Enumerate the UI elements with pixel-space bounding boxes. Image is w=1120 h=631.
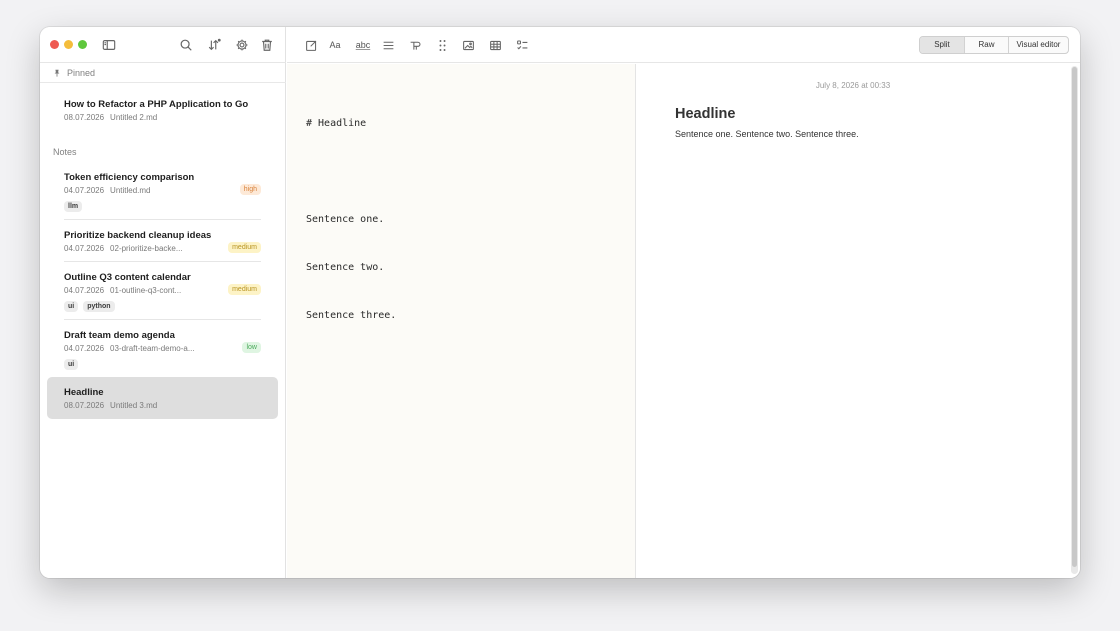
- sidebar: Pinned How to Refactor a PHP Application…: [40, 27, 286, 578]
- tag[interactable]: ui: [64, 301, 79, 312]
- editor-line: Sentence two.: [306, 262, 385, 273]
- paragraph-icon[interactable]: [406, 36, 424, 54]
- note-item[interactable]: Outline Q3 content calendar 04.07.2026 01…: [47, 272, 278, 312]
- divider: [64, 261, 261, 262]
- preview-heading: Headline: [675, 106, 736, 122]
- zoom-window-button[interactable]: [78, 40, 87, 49]
- editor-line: # Headline: [306, 118, 367, 129]
- note-item-selected[interactable]: Headline 08.07.2026 Untitled 3.md: [47, 377, 278, 419]
- pinned-section-label: Pinned: [53, 68, 95, 78]
- note-title: Outline Q3 content calendar: [64, 272, 191, 283]
- note-meta: 08.07.2026 Untitled 3.md: [64, 401, 158, 410]
- table-icon[interactable]: [486, 36, 504, 54]
- markdown-editor[interactable]: # Headline Sentence one. Sentence two. S…: [287, 64, 636, 578]
- checklist-icon[interactable]: [513, 36, 531, 54]
- font-icon[interactable]: Aa: [326, 36, 344, 54]
- tag[interactable]: python: [83, 301, 115, 312]
- new-note-icon[interactable]: [302, 36, 320, 54]
- scrollbar[interactable]: [1071, 66, 1078, 574]
- tag-list: ui python: [64, 301, 278, 312]
- list-icon[interactable]: [379, 36, 397, 54]
- spellcheck-icon[interactable]: abc: [352, 36, 374, 54]
- note-title: Draft team demo agenda: [64, 330, 175, 341]
- note-item[interactable]: Draft team demo agenda 04.07.2026 03-draf…: [47, 330, 278, 370]
- editor-toolbar: Aa abc Split Raw Visual editor: [287, 27, 1080, 63]
- pinned-note-item[interactable]: How to Refactor a PHP Application to Go …: [47, 99, 278, 123]
- editor-line: Sentence three.: [306, 310, 397, 321]
- drag-handle-icon[interactable]: [433, 36, 451, 54]
- close-window-button[interactable]: [50, 40, 59, 49]
- tag[interactable]: ui: [64, 359, 79, 370]
- gear-icon[interactable]: [233, 36, 251, 54]
- note-item[interactable]: Prioritize backend cleanup ideas 04.07.2…: [47, 230, 278, 254]
- note-title: Headline: [64, 387, 104, 398]
- divider: [64, 219, 261, 220]
- search-icon[interactable]: [177, 36, 195, 54]
- note-title: Token efficiency comparison: [64, 172, 195, 183]
- preview-body: Sentence one. Sentence two. Sentence thr…: [675, 129, 859, 139]
- trash-icon[interactable]: [258, 36, 276, 54]
- priority-badge: low: [242, 342, 261, 353]
- view-mode-switcher: Split Raw Visual editor: [919, 36, 1069, 54]
- note-item[interactable]: Token efficiency comparison 04.07.2026 Un…: [47, 172, 278, 212]
- split-view-button[interactable]: Split: [920, 37, 964, 53]
- scrollbar-thumb[interactable]: [1072, 67, 1077, 567]
- pin-icon: [54, 69, 60, 77]
- tag-list: llm: [64, 201, 278, 212]
- notes-section-label: Notes: [53, 147, 77, 157]
- app-window: Pinned How to Refactor a PHP Application…: [40, 27, 1080, 578]
- note-title: How to Refactor a PHP Application to Go: [64, 99, 249, 110]
- note-meta: 08.07.2026 Untitled 2.md: [64, 113, 158, 122]
- priority-badge: high: [239, 184, 261, 195]
- priority-badge: medium: [228, 242, 261, 253]
- tag-list: ui: [64, 359, 278, 370]
- divider: [40, 82, 286, 83]
- visual-editor-button[interactable]: Visual editor: [1008, 37, 1068, 53]
- sort-icon[interactable]: [205, 36, 223, 54]
- editor-line: Sentence one.: [306, 214, 385, 225]
- image-icon[interactable]: [459, 36, 477, 54]
- note-title: Prioritize backend cleanup ideas: [64, 230, 212, 241]
- minimize-window-button[interactable]: [64, 40, 73, 49]
- tag[interactable]: llm: [64, 201, 83, 212]
- sidebar-toggle-icon[interactable]: [100, 36, 118, 54]
- preview-date: July 8, 2026 at 00:33: [815, 81, 891, 90]
- preview-pane: July 8, 2026 at 00:33 Headline Sentence …: [637, 64, 1080, 578]
- divider: [64, 319, 261, 320]
- sidebar-toolbar: [40, 27, 286, 63]
- raw-view-button[interactable]: Raw: [964, 37, 1008, 53]
- priority-badge: medium: [228, 284, 261, 295]
